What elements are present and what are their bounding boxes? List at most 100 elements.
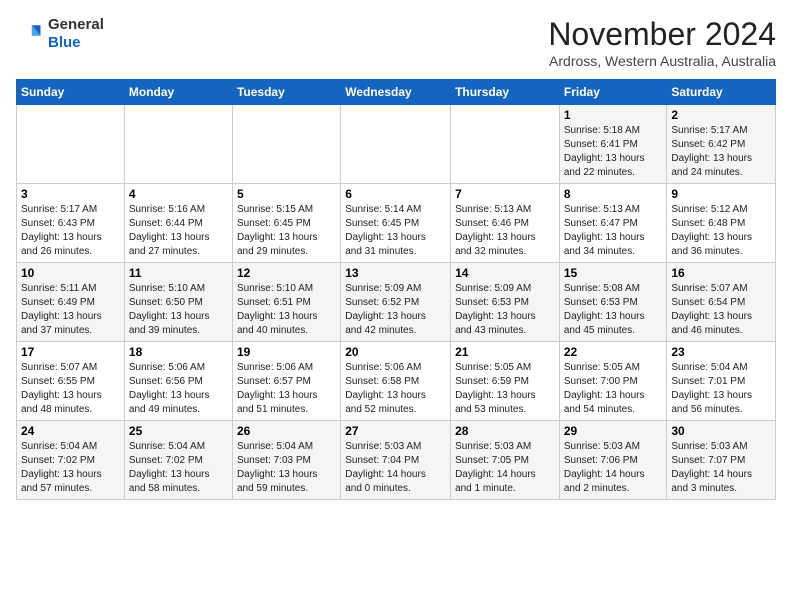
day-info: Sunrise: 5:07 AM Sunset: 6:54 PM Dayligh… [671, 282, 771, 338]
day-info: Sunrise: 5:10 AM Sunset: 6:51 PM Dayligh… [237, 282, 336, 338]
day-info: Sunrise: 5:14 AM Sunset: 6:45 PM Dayligh… [345, 203, 446, 259]
day-number: 23 [671, 345, 771, 359]
weekday-header-wednesday: Wednesday [341, 80, 451, 105]
day-info: Sunrise: 5:04 AM Sunset: 7:02 PM Dayligh… [21, 440, 120, 496]
calendar-cell: 22 Sunrise: 5:05 AM Sunset: 7:00 PM Dayli… [559, 342, 667, 421]
day-info: Sunrise: 5:11 AM Sunset: 6:49 PM Dayligh… [21, 282, 120, 338]
day-number: 27 [345, 424, 446, 438]
day-number: 13 [345, 266, 446, 280]
calendar-cell [124, 105, 232, 184]
day-info: Sunrise: 5:16 AM Sunset: 6:44 PM Dayligh… [129, 203, 228, 259]
day-number: 17 [21, 345, 120, 359]
calendar-week-4: 17 Sunrise: 5:07 AM Sunset: 6:55 PM Dayli… [17, 342, 776, 421]
calendar-cell: 28Sunrise: 5:03 AM Sunset: 7:05 PM Dayli… [451, 421, 560, 500]
logo-general: General [48, 16, 104, 34]
calendar-cell: 20 Sunrise: 5:06 AM Sunset: 6:58 PM Dayli… [341, 342, 451, 421]
calendar-cell [341, 105, 451, 184]
day-number: 18 [129, 345, 228, 359]
day-number: 1 [564, 108, 663, 122]
calendar-cell: 23 Sunrise: 5:04 AM Sunset: 7:01 PM Dayli… [667, 342, 776, 421]
calendar-cell: 1Sunrise: 5:18 AM Sunset: 6:41 PM Daylig… [559, 105, 667, 184]
day-number: 29 [564, 424, 663, 438]
day-info: Sunrise: 5:04 AM Sunset: 7:01 PM Dayligh… [671, 361, 771, 417]
weekday-header-sunday: Sunday [17, 80, 125, 105]
day-info: Sunrise: 5:08 AM Sunset: 6:53 PM Dayligh… [564, 282, 663, 338]
day-number: 4 [129, 187, 228, 201]
day-number: 30 [671, 424, 771, 438]
calendar-cell: 8Sunrise: 5:13 AM Sunset: 6:47 PM Daylig… [559, 184, 667, 263]
day-info: Sunrise: 5:13 AM Sunset: 6:46 PM Dayligh… [455, 203, 555, 259]
day-number: 10 [21, 266, 120, 280]
weekday-header-monday: Monday [124, 80, 232, 105]
day-info: Sunrise: 5:06 AM Sunset: 6:58 PM Dayligh… [345, 361, 446, 417]
calendar: SundayMondayTuesdayWednesdayThursdayFrid… [16, 79, 776, 500]
day-info: Sunrise: 5:06 AM Sunset: 6:57 PM Dayligh… [237, 361, 336, 417]
day-info: Sunrise: 5:04 AM Sunset: 7:03 PM Dayligh… [237, 440, 336, 496]
day-info: Sunrise: 5:12 AM Sunset: 6:48 PM Dayligh… [671, 203, 771, 259]
calendar-cell: 26 Sunrise: 5:04 AM Sunset: 7:03 PM Dayli… [232, 421, 340, 500]
calendar-cell: 3 Sunrise: 5:17 AM Sunset: 6:43 PM Daylig… [17, 184, 125, 263]
day-number: 11 [129, 266, 228, 280]
day-number: 9 [671, 187, 771, 201]
day-info: Sunrise: 5:17 AM Sunset: 6:42 PM Dayligh… [671, 124, 771, 180]
calendar-cell: 17 Sunrise: 5:07 AM Sunset: 6:55 PM Dayli… [17, 342, 125, 421]
day-info: Sunrise: 5:10 AM Sunset: 6:50 PM Dayligh… [129, 282, 228, 338]
weekday-header-saturday: Saturday [667, 80, 776, 105]
calendar-cell: 25 Sunrise: 5:04 AM Sunset: 7:02 PM Dayli… [124, 421, 232, 500]
calendar-cell [451, 105, 560, 184]
day-number: 25 [129, 424, 228, 438]
calendar-cell: 19 Sunrise: 5:06 AM Sunset: 6:57 PM Dayli… [232, 342, 340, 421]
day-info: Sunrise: 5:09 AM Sunset: 6:53 PM Dayligh… [455, 282, 555, 338]
day-info: Sunrise: 5:04 AM Sunset: 7:02 PM Dayligh… [129, 440, 228, 496]
weekday-header-row: SundayMondayTuesdayWednesdayThursdayFrid… [17, 80, 776, 105]
day-info: Sunrise: 5:03 AM Sunset: 7:05 PM Dayligh… [455, 440, 555, 496]
day-info: Sunrise: 5:03 AM Sunset: 7:07 PM Dayligh… [671, 440, 771, 496]
calendar-cell: 12 Sunrise: 5:10 AM Sunset: 6:51 PM Dayli… [232, 263, 340, 342]
day-number: 24 [21, 424, 120, 438]
day-number: 3 [21, 187, 120, 201]
calendar-week-1: 1Sunrise: 5:18 AM Sunset: 6:41 PM Daylig… [17, 105, 776, 184]
day-number: 5 [237, 187, 336, 201]
calendar-cell: 16 Sunrise: 5:07 AM Sunset: 6:54 PM Dayli… [667, 263, 776, 342]
day-info: Sunrise: 5:05 AM Sunset: 6:59 PM Dayligh… [455, 361, 555, 417]
day-number: 12 [237, 266, 336, 280]
day-info: Sunrise: 5:03 AM Sunset: 7:06 PM Dayligh… [564, 440, 663, 496]
calendar-week-3: 10 Sunrise: 5:11 AM Sunset: 6:49 PM Dayli… [17, 263, 776, 342]
calendar-cell [232, 105, 340, 184]
calendar-cell: 15 Sunrise: 5:08 AM Sunset: 6:53 PM Dayli… [559, 263, 667, 342]
calendar-cell: 11 Sunrise: 5:10 AM Sunset: 6:50 PM Dayli… [124, 263, 232, 342]
day-info: Sunrise: 5:07 AM Sunset: 6:55 PM Dayligh… [21, 361, 120, 417]
day-info: Sunrise: 5:05 AM Sunset: 7:00 PM Dayligh… [564, 361, 663, 417]
day-number: 16 [671, 266, 771, 280]
logo-blue: Blue [48, 34, 104, 52]
calendar-cell: 21Sunrise: 5:05 AM Sunset: 6:59 PM Dayli… [451, 342, 560, 421]
calendar-cell: 7Sunrise: 5:13 AM Sunset: 6:46 PM Daylig… [451, 184, 560, 263]
weekday-header-thursday: Thursday [451, 80, 560, 105]
day-info: Sunrise: 5:17 AM Sunset: 6:43 PM Dayligh… [21, 203, 120, 259]
calendar-cell: 18 Sunrise: 5:06 AM Sunset: 6:56 PM Dayli… [124, 342, 232, 421]
calendar-cell: 2 Sunrise: 5:17 AM Sunset: 6:42 PM Daylig… [667, 105, 776, 184]
day-number: 6 [345, 187, 446, 201]
calendar-cell: 6 Sunrise: 5:14 AM Sunset: 6:45 PM Daylig… [341, 184, 451, 263]
day-number: 19 [237, 345, 336, 359]
calendar-cell: 14Sunrise: 5:09 AM Sunset: 6:53 PM Dayli… [451, 263, 560, 342]
day-number: 15 [564, 266, 663, 280]
day-info: Sunrise: 5:03 AM Sunset: 7:04 PM Dayligh… [345, 440, 446, 496]
title-area: November 2024 Ardross, Western Australia… [548, 16, 776, 69]
day-number: 8 [564, 187, 663, 201]
logo-icon [16, 20, 44, 48]
page-header: General Blue November 2024 Ardross, West… [16, 16, 776, 69]
day-number: 26 [237, 424, 336, 438]
day-info: Sunrise: 5:06 AM Sunset: 6:56 PM Dayligh… [129, 361, 228, 417]
day-number: 2 [671, 108, 771, 122]
calendar-cell: 9 Sunrise: 5:12 AM Sunset: 6:48 PM Daylig… [667, 184, 776, 263]
weekday-header-tuesday: Tuesday [232, 80, 340, 105]
calendar-week-5: 24 Sunrise: 5:04 AM Sunset: 7:02 PM Dayli… [17, 421, 776, 500]
day-number: 20 [345, 345, 446, 359]
day-info: Sunrise: 5:15 AM Sunset: 6:45 PM Dayligh… [237, 203, 336, 259]
calendar-cell: 13Sunrise: 5:09 AM Sunset: 6:52 PM Dayli… [341, 263, 451, 342]
calendar-cell: 27 Sunrise: 5:03 AM Sunset: 7:04 PM Dayli… [341, 421, 451, 500]
calendar-cell: 29 Sunrise: 5:03 AM Sunset: 7:06 PM Dayli… [559, 421, 667, 500]
weekday-header-friday: Friday [559, 80, 667, 105]
day-number: 22 [564, 345, 663, 359]
